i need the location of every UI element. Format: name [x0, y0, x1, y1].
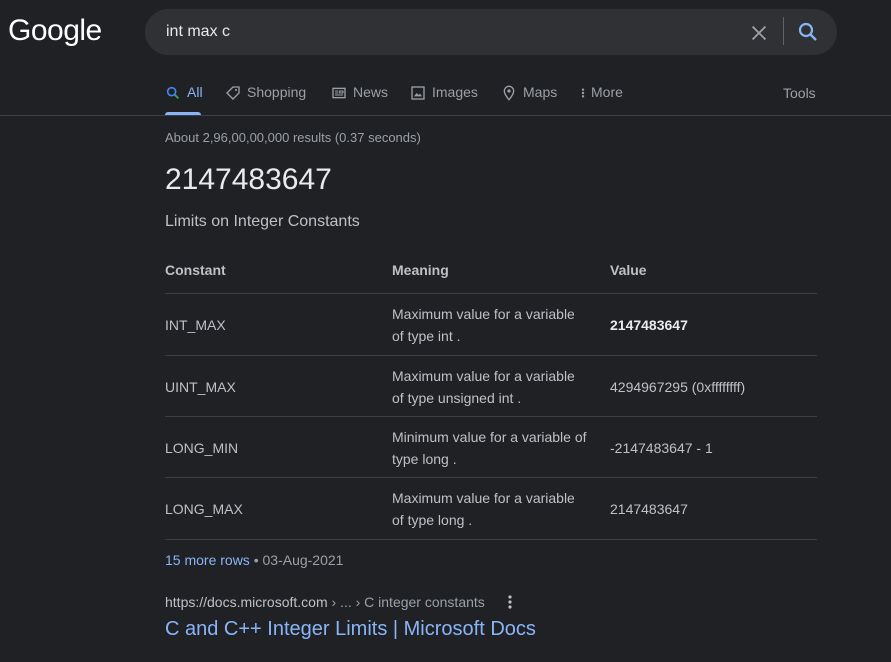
constant-cell: LONG_MAX — [165, 501, 243, 517]
news-icon — [332, 87, 346, 99]
table-row: UINT_MAX Maximum value for a variable of… — [165, 355, 817, 417]
tab-more[interactable]: More — [579, 84, 623, 116]
tab-label: Images — [432, 84, 478, 100]
tab-label: News — [353, 84, 389, 100]
meaning-line: Maximum value for a variable — [392, 368, 575, 384]
table-row: LONG_MIN Minimum value for a variable of… — [165, 416, 817, 478]
meaning-line: Maximum value for a variable — [392, 490, 575, 506]
search-divider — [783, 17, 784, 45]
search-box[interactable]: int max c — [145, 9, 837, 55]
tools-button[interactable]: Tools — [783, 85, 816, 101]
meaning-cell: Maximum value for a variable of type lon… — [392, 487, 592, 531]
tab-shopping[interactable]: Shopping — [225, 84, 306, 116]
constant-cell: LONG_MIN — [165, 440, 239, 456]
column-header-constant: Constant — [165, 262, 226, 278]
tab-all[interactable]: All — [165, 84, 203, 116]
image-icon — [411, 86, 425, 100]
meaning-cell: Maximum value for a variable of type int… — [392, 303, 592, 347]
meaning-cell: Maximum value for a variable of type uns… — [392, 365, 592, 409]
tab-maps[interactable]: Maps — [501, 84, 557, 116]
close-icon[interactable] — [748, 22, 770, 44]
value-cell: -2147483647 - 1 — [610, 440, 713, 456]
more-rows-link[interactable]: 15 more rows — [165, 552, 250, 568]
url-breadcrumb: › ... › C integer constants — [327, 594, 485, 610]
result-url[interactable]: https://docs.microsoft.com › ... › C int… — [165, 594, 485, 610]
tab-label: All — [187, 84, 203, 100]
table-row: LONG_MAX Maximum value for a variable of… — [165, 477, 817, 540]
search-icon — [166, 86, 179, 99]
meaning-line: type long . — [392, 451, 457, 467]
tab-label: Maps — [523, 84, 558, 100]
more-options-icon[interactable] — [503, 593, 517, 611]
result-title-link[interactable]: C and C++ Integer Limits | Microsoft Doc… — [165, 618, 536, 641]
more-vert-icon — [581, 88, 585, 98]
tab-label: Shopping — [247, 84, 307, 100]
result-stats: About 2,96,00,00,000 results (0.37 secon… — [165, 130, 421, 145]
search-icon[interactable] — [796, 20, 820, 44]
constant-cell: INT_MAX — [165, 317, 226, 333]
constant-cell: UINT_MAX — [165, 379, 236, 395]
value-cell: 2147483647 — [610, 317, 688, 333]
tab-label: More — [591, 84, 623, 100]
meaning-line: of type int . — [392, 328, 461, 344]
meaning-line: of type unsigned int . — [392, 390, 522, 406]
bullet-separator: • — [249, 552, 263, 568]
table-row: INT_MAX Maximum value for a variable of … — [165, 293, 817, 355]
tab-images[interactable]: Images — [410, 84, 478, 116]
column-header-meaning: Meaning — [392, 262, 449, 278]
url-domain: https://docs.microsoft.com — [165, 594, 328, 610]
column-header-value: Value — [610, 262, 647, 278]
google-logo[interactable]: Google — [8, 14, 102, 48]
featured-answer: 2147483647 — [165, 163, 332, 196]
meaning-line: Maximum value for a variable — [392, 306, 575, 322]
search-input[interactable]: int max c — [166, 23, 230, 41]
more-rows-line: 15 more rows • 03-Aug-2021 — [165, 552, 343, 568]
meaning-line: of type long . — [392, 512, 473, 528]
header-divider — [0, 115, 891, 116]
map-pin-icon — [503, 85, 515, 101]
tab-news[interactable]: News — [331, 84, 388, 116]
value-cell: 2147483647 — [610, 501, 688, 517]
value-cell: 4294967295 (0xffffffff) — [610, 379, 746, 395]
tag-icon — [226, 86, 240, 100]
meaning-cell: Minimum value for a variable of type lon… — [392, 426, 592, 470]
featured-subtitle: Limits on Integer Constants — [165, 213, 360, 230]
snippet-date: 03-Aug-2021 — [262, 552, 344, 568]
meaning-line: Minimum value for a variable of — [392, 429, 587, 445]
